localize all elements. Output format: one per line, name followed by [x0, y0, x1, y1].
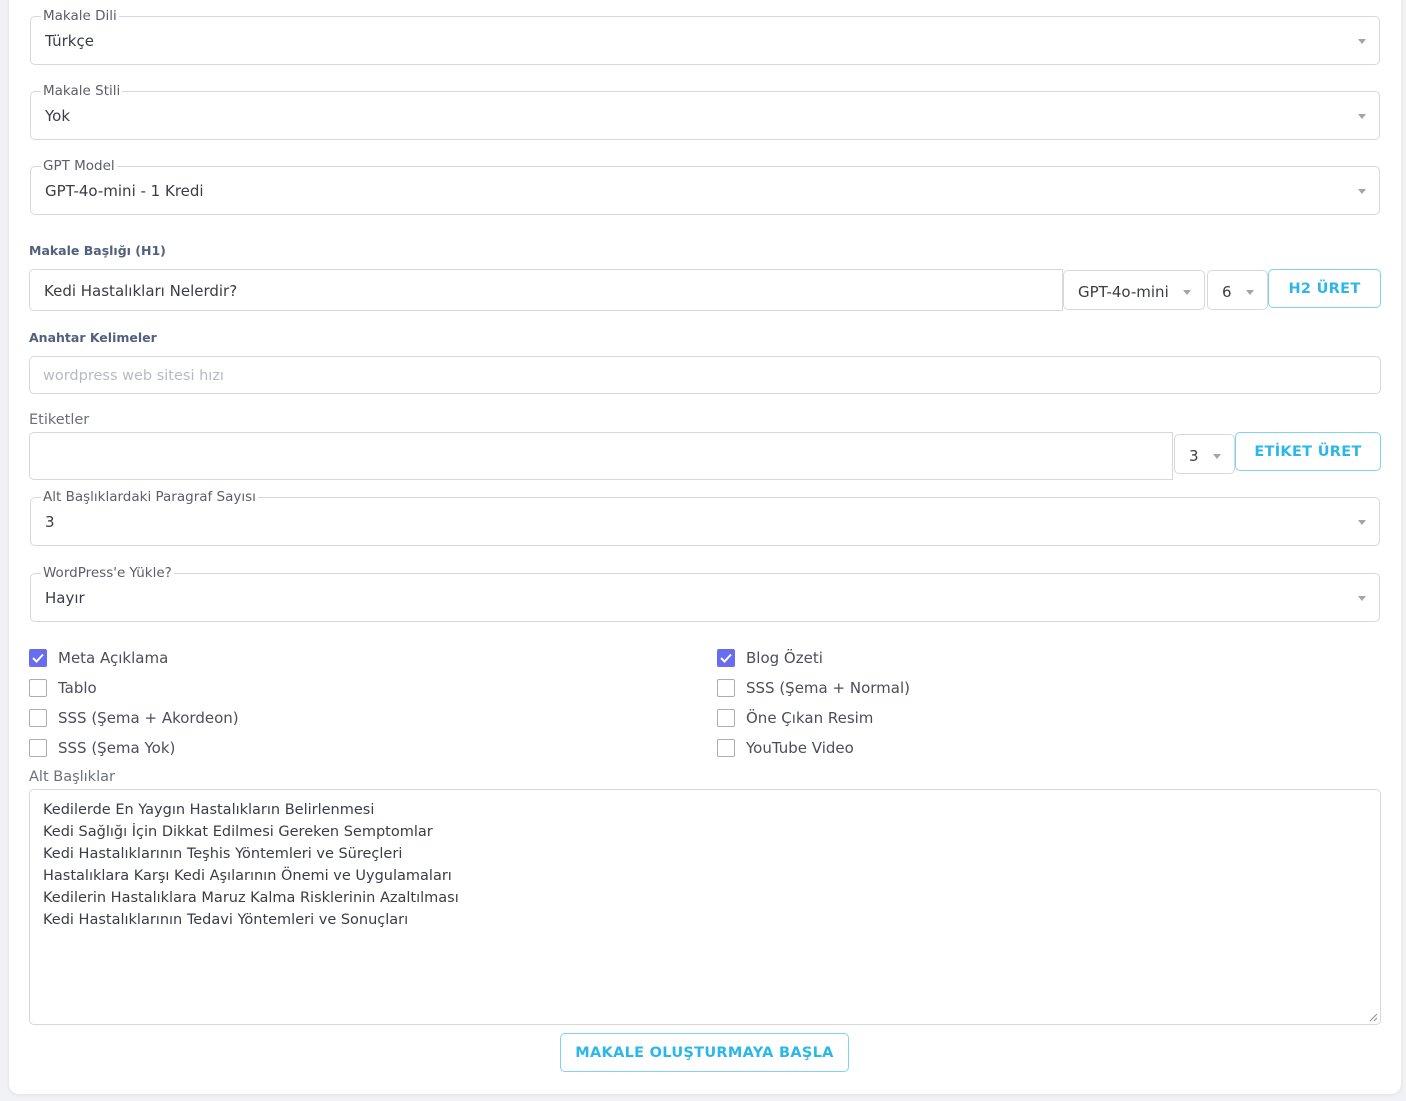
- chevron-down-icon: [1358, 114, 1366, 119]
- gpt-model-value: GPT-4o-mini - 1 Kredi: [45, 182, 204, 200]
- title-count-value: 6: [1222, 283, 1232, 301]
- chevron-down-icon: [1358, 39, 1366, 44]
- subheading-line: Kedilerin Hastalıklara Maruz Kalma Riskl…: [43, 890, 459, 906]
- title-input[interactable]: Kedi Hastalıkları Nelerdir?: [29, 269, 1063, 311]
- faq-accordion-label: SSS (Şema + Akordeon): [58, 709, 239, 727]
- subheading-line: Kedi Sağlığı İçin Dikkat Edilmesi Gereke…: [43, 824, 433, 840]
- subheadings-textarea[interactable]: Kedilerde En Yaygın Hastalıkların Belirl…: [29, 789, 1381, 1025]
- article-language-select[interactable]: Makale Dili Türkçe: [30, 7, 1380, 65]
- subheading-line: Kedi Hastalıklarının Tedavi Yöntemleri v…: [43, 912, 409, 928]
- youtube-video-label: YouTube Video: [746, 739, 854, 757]
- article-language-label: Makale Dili: [41, 7, 119, 25]
- tag-generate-button[interactable]: ETİKET ÜRET: [1235, 432, 1381, 471]
- tags-input[interactable]: [29, 432, 1173, 480]
- chevron-down-icon: [1183, 290, 1191, 295]
- title-model-select[interactable]: GPT-4o-mini: [1063, 270, 1205, 310]
- blog-summary-label: Blog Özeti: [746, 649, 823, 667]
- meta-description-checkbox[interactable]: [29, 649, 47, 667]
- subheadings-label: Alt Başlıklar: [29, 769, 115, 785]
- title-input-value: Kedi Hastalıkları Nelerdir?: [44, 282, 238, 300]
- paragraph-count-select[interactable]: Alt Başlıklardaki Paragraf Sayısı 3: [30, 488, 1380, 546]
- tags-count-select[interactable]: 3: [1174, 434, 1235, 474]
- tags-label: Etiketler: [29, 412, 90, 428]
- wordpress-upload-value: Hayır: [45, 589, 85, 607]
- blog-summary-checkbox[interactable]: [717, 649, 735, 667]
- chevron-down-icon: [1213, 454, 1221, 459]
- start-article-button[interactable]: MAKALE OLUŞTURMAYA BAŞLA: [560, 1033, 849, 1072]
- featured-image-checkbox[interactable]: [717, 709, 735, 727]
- article-language-value: Türkçe: [45, 32, 94, 50]
- title-label: Makale Başlığı (H1): [29, 243, 166, 258]
- keywords-placeholder: wordpress web sitesi hızı: [43, 368, 224, 384]
- resize-handle-icon[interactable]: [1369, 1013, 1378, 1022]
- faq-no-schema-checkbox[interactable]: [29, 739, 47, 757]
- keywords-input[interactable]: wordpress web sitesi hızı: [29, 356, 1381, 394]
- featured-image-label: Öne Çıkan Resim: [746, 709, 874, 727]
- chevron-down-icon: [1358, 596, 1366, 601]
- paragraph-count-value: 3: [45, 513, 55, 531]
- check-icon: [720, 653, 732, 663]
- subheading-line: Kedi Hastalıklarının Teşhis Yöntemleri v…: [43, 846, 403, 862]
- article-style-select[interactable]: Makale Stili Yok: [30, 82, 1380, 140]
- chevron-down-icon: [1246, 290, 1254, 295]
- wordpress-upload-label: WordPress'e Yükle?: [41, 564, 174, 582]
- paragraph-count-label: Alt Başlıklardaki Paragraf Sayısı: [41, 488, 258, 506]
- tags-count-value: 3: [1189, 447, 1199, 465]
- article-style-label: Makale Stili: [41, 82, 123, 100]
- faq-accordion-checkbox[interactable]: [29, 709, 47, 727]
- subheading-line: Kedilerde En Yaygın Hastalıkların Belirl…: [43, 802, 375, 818]
- check-icon: [32, 653, 44, 663]
- keywords-label: Anahtar Kelimeler: [29, 330, 157, 345]
- faq-normal-checkbox[interactable]: [717, 679, 735, 697]
- title-count-select[interactable]: 6: [1207, 270, 1268, 310]
- gpt-model-label: GPT Model: [41, 157, 117, 175]
- faq-normal-label: SSS (Şema + Normal): [746, 679, 910, 697]
- subheadings-lines: Kedilerde En Yaygın Hastalıkların Belirl…: [43, 799, 459, 931]
- wordpress-upload-select[interactable]: WordPress'e Yükle? Hayır: [30, 564, 1380, 622]
- meta-description-label: Meta Açıklama: [58, 649, 169, 667]
- faq-no-schema-label: SSS (Şema Yok): [58, 739, 176, 757]
- table-label: Tablo: [58, 679, 97, 697]
- article-style-value: Yok: [45, 107, 71, 125]
- chevron-down-icon: [1358, 189, 1366, 194]
- table-checkbox[interactable]: [29, 679, 47, 697]
- chevron-down-icon: [1358, 520, 1366, 525]
- title-model-value: GPT-4o-mini: [1078, 283, 1169, 301]
- h2-generate-button[interactable]: H2 ÜRET: [1268, 269, 1381, 308]
- youtube-video-checkbox[interactable]: [717, 739, 735, 757]
- gpt-model-select[interactable]: GPT Model GPT-4o-mini - 1 Kredi: [30, 157, 1380, 215]
- subheading-line: Hastalıklara Karşı Kedi Aşılarının Önemi…: [43, 868, 452, 884]
